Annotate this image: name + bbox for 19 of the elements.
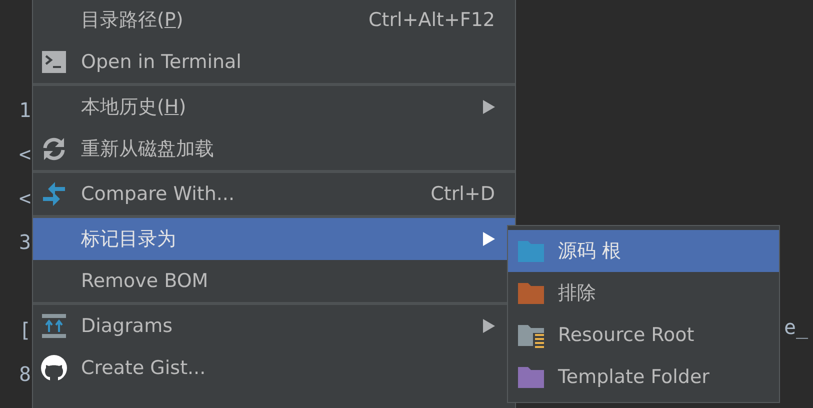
menu-item[interactable]: Compare With... Ctrl+D — [33, 173, 515, 215]
code-line: < — [19, 141, 32, 168]
shortcut-text: Ctrl+D — [430, 182, 495, 207]
github-icon — [39, 354, 69, 382]
menu-item[interactable]: 源码 根 — [508, 230, 779, 272]
terminal-icon — [39, 48, 69, 76]
shortcut-text: Ctrl+Alt+F12 — [368, 8, 495, 33]
menu-item[interactable]: 重新从磁盘加载 — [33, 128, 515, 170]
code-line: 8 — [19, 361, 32, 388]
menu-item[interactable]: 目录路径(P) Ctrl+Alt+F12 — [33, 0, 515, 41]
menu-item[interactable]: 标记目录为 — [33, 218, 515, 260]
menu-item[interactable]: 本地历史(H) — [33, 86, 515, 128]
code-line: 1 — [19, 97, 32, 124]
code-line: 3 — [19, 229, 32, 256]
code-line: [ — [19, 317, 32, 344]
code-line: e_ — [784, 314, 808, 341]
code-line: < — [19, 185, 32, 212]
diagram-icon — [39, 312, 69, 340]
menu-item[interactable]: Open in Terminal — [33, 41, 515, 83]
